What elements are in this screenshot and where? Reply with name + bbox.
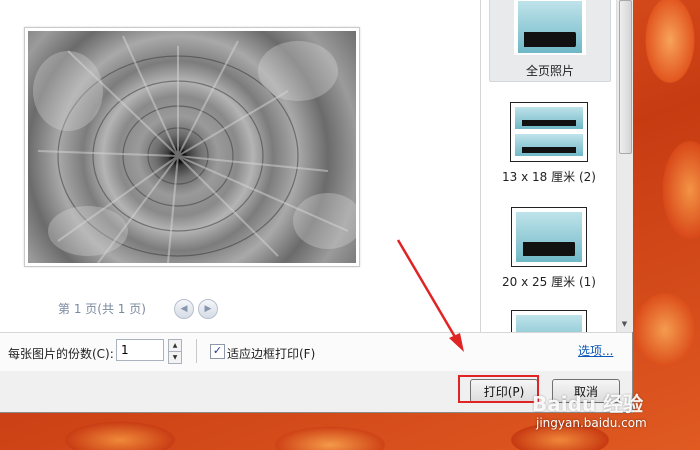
baidu-watermark: Baidu 经验	[532, 392, 644, 416]
annotation-arrow-icon	[396, 239, 464, 352]
watermark-url: jingyan.baidu.com	[536, 416, 647, 430]
